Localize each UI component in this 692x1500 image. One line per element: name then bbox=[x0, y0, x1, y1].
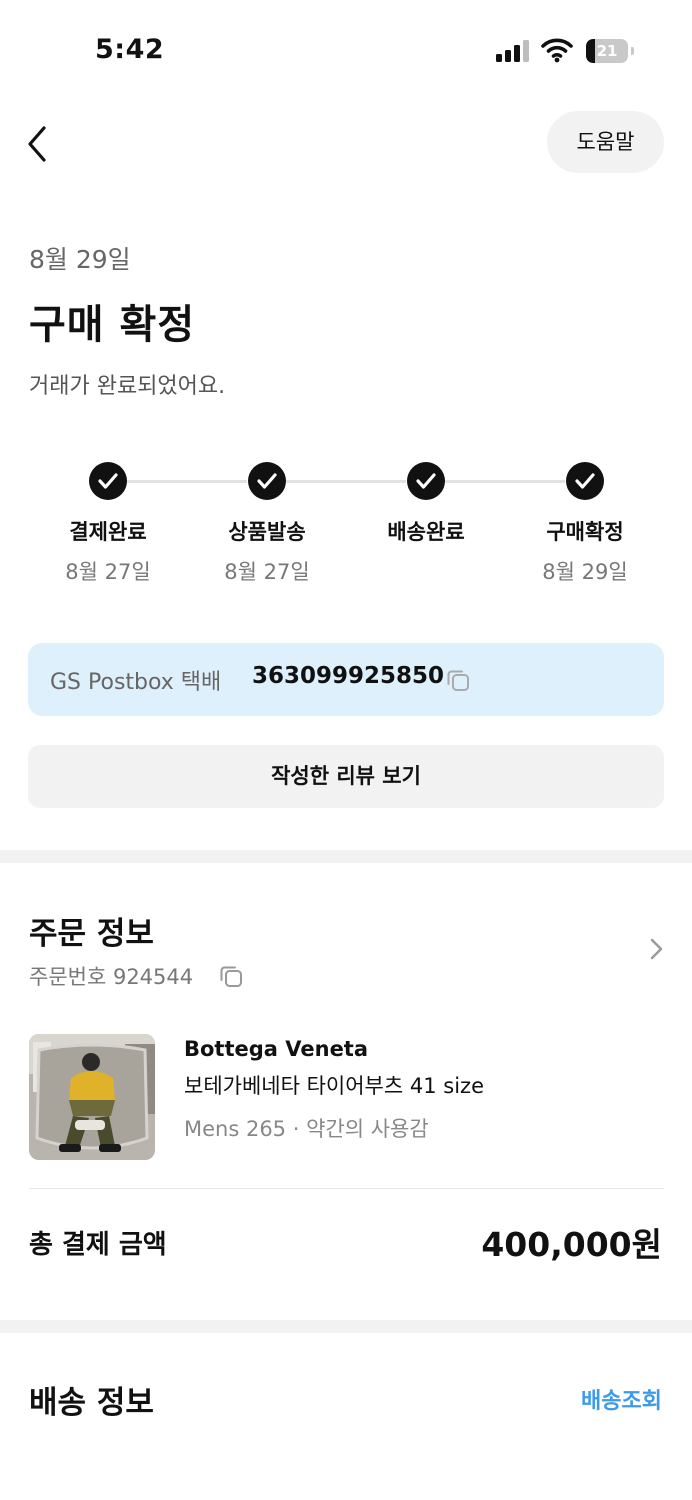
view-review-button[interactable]: 작성한 리뷰 보기 bbox=[28, 745, 664, 808]
help-button[interactable]: 도움말 bbox=[547, 111, 664, 173]
step-connector bbox=[445, 480, 565, 483]
carrier-name: GS Postbox 택배 bbox=[50, 670, 222, 695]
step-label-confirmed: 구매확정 bbox=[546, 520, 624, 544]
step-date-confirmed: 8월 29일 bbox=[542, 560, 628, 584]
step-connector bbox=[286, 480, 406, 483]
order-details-button[interactable] bbox=[648, 937, 664, 961]
product-name: 보테가베네타 타이어부츠 41 size bbox=[184, 1074, 484, 1098]
product-brand: Bottega Veneta bbox=[184, 1037, 369, 1061]
section-divider bbox=[0, 1320, 692, 1333]
step-label-payment: 결제완료 bbox=[69, 520, 147, 544]
tracking-number: 363099925850 bbox=[252, 663, 445, 689]
cellular-signal-icon bbox=[496, 40, 530, 62]
copy-icon bbox=[220, 966, 242, 987]
product-meta: Mens 265 · 약간의 사용감 bbox=[184, 1117, 429, 1141]
page-subtitle: 거래가 완료되었어요. bbox=[29, 374, 226, 399]
order-status-date: 8월 29일 bbox=[29, 245, 131, 274]
status-time: 5:42 bbox=[95, 34, 165, 65]
copy-order-number-button[interactable] bbox=[218, 963, 244, 989]
battery-icon: 21 bbox=[586, 39, 634, 63]
step-label-shipped: 상품발송 bbox=[228, 520, 306, 544]
battery-level: 21 bbox=[596, 42, 618, 60]
product-thumbnail[interactable] bbox=[29, 1034, 155, 1160]
order-number: 주문번호 924544 bbox=[29, 965, 194, 989]
step-connector bbox=[127, 480, 247, 483]
page-title: 구매 확정 bbox=[29, 302, 196, 348]
chevron-right-icon bbox=[650, 938, 663, 960]
copy-icon bbox=[447, 670, 469, 691]
total-payment-label: 총 결제 금액 bbox=[29, 1230, 167, 1260]
step-date-payment: 8월 27일 bbox=[65, 560, 151, 584]
copy-tracking-button[interactable] bbox=[445, 667, 471, 693]
step-date-shipped: 8월 27일 bbox=[224, 560, 310, 584]
track-shipment-link[interactable]: 배송조회 bbox=[581, 1383, 662, 1415]
total-payment-amount: 400,000원 bbox=[481, 1225, 662, 1264]
chevron-left-icon bbox=[28, 126, 46, 162]
step-check-icon bbox=[89, 462, 127, 500]
order-info-title: 주문 정보 bbox=[29, 916, 154, 952]
shipping-info-title: 배송 정보 bbox=[29, 1385, 154, 1421]
step-label-delivered: 배송완료 bbox=[387, 520, 465, 544]
back-button[interactable] bbox=[24, 124, 54, 164]
step-check-icon bbox=[407, 462, 445, 500]
wifi-icon bbox=[541, 37, 573, 63]
step-check-icon bbox=[566, 462, 604, 500]
divider-line bbox=[29, 1188, 664, 1189]
step-check-icon bbox=[248, 462, 286, 500]
section-divider bbox=[0, 850, 692, 863]
